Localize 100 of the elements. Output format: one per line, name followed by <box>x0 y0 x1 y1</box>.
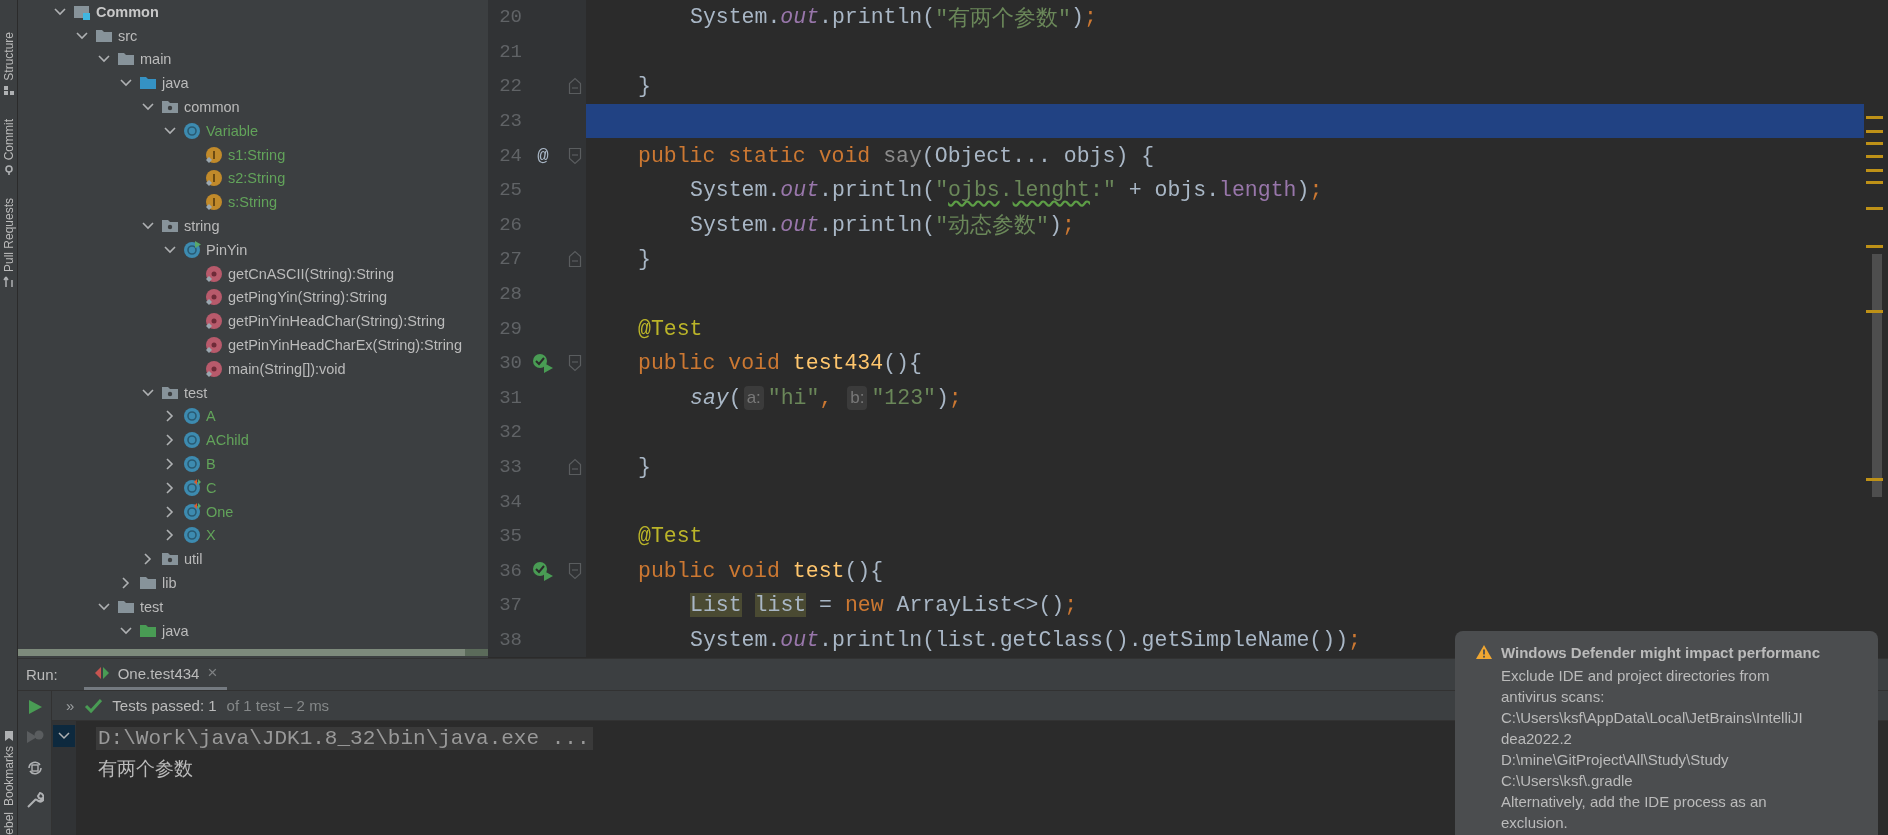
tree-item[interactable]: s:String <box>228 194 278 211</box>
tree-item[interactable]: C <box>206 479 217 496</box>
code-line: System.out.println("ojbs.lenght:" + objs.length); <box>689 177 1323 205</box>
code-line: } <box>637 246 651 274</box>
warning-marker[interactable] <box>1866 155 1883 158</box>
code-line: public void test434(){ <box>637 350 922 378</box>
tree-item[interactable]: AChild <box>206 432 249 449</box>
chevron-icon <box>58 732 70 740</box>
tree-item[interactable]: A <box>206 408 216 425</box>
tree-item[interactable]: java <box>162 75 189 92</box>
test-config-icon <box>93 666 110 680</box>
notification-text: C:\Users\ksf\.gradle <box>1501 771 1634 791</box>
code-line: } <box>637 73 651 101</box>
test-status: Tests passed: 1 <box>112 697 217 714</box>
warning-marker[interactable] <box>1866 116 1883 119</box>
code-line: System.out.println(list.getClass().getSimpleName()); <box>689 627 1361 654</box>
tool-window-tab[interactable]: Structure <box>0 32 17 81</box>
field-icon <box>205 193 223 212</box>
notification-text: Alternatively, add the IDE process as an <box>1501 792 1768 812</box>
tree-item[interactable]: main(String[]):void <box>228 360 346 377</box>
code-line: System.out.println("动态参数"); <box>689 211 1075 241</box>
code-line: public static void say(Object... objs) { <box>637 142 1155 170</box>
tree-item[interactable]: string <box>184 218 220 235</box>
tree-item[interactable]: X <box>206 527 216 544</box>
run-icon[interactable] <box>26 699 43 715</box>
tree-item[interactable]: test <box>184 384 208 401</box>
tree-item[interactable]: PinYin <box>206 241 248 258</box>
field-icon <box>205 169 223 188</box>
method-icon <box>205 359 223 378</box>
check-icon <box>84 697 103 714</box>
notification-text: exclusion. <box>1501 813 1569 833</box>
run-test-icon[interactable] <box>531 352 555 375</box>
panel-title: Run: <box>26 666 58 683</box>
notification-title: Windows Defender might impact performanc <box>1501 643 1821 661</box>
code-line: say( a: "hi", b: "123"); <box>689 384 962 412</box>
wrench-icon[interactable] <box>25 791 44 809</box>
class-icon <box>183 431 201 450</box>
tree-item[interactable]: common <box>184 99 240 116</box>
run-tab[interactable]: One.test434 × <box>83 659 228 690</box>
tool-window-tab[interactable]: Commit <box>0 118 17 161</box>
notification-text: dea2022.2 <box>1501 729 1573 749</box>
class-icon <box>183 121 201 140</box>
override-marker[interactable]: @ <box>537 144 549 167</box>
warning-marker[interactable] <box>1866 207 1883 210</box>
method-icon <box>205 264 223 283</box>
warning-marker[interactable] <box>1866 169 1883 172</box>
warning-marker[interactable] <box>1866 130 1883 133</box>
scrollbar[interactable] <box>1872 254 1882 497</box>
class-icon <box>183 407 201 426</box>
warning-icon <box>1475 644 1493 660</box>
code-line: @Test <box>637 315 703 343</box>
tree-item[interactable]: getPingYin(String):String <box>228 289 388 306</box>
field-icon <box>205 145 223 164</box>
structure-icon <box>2 84 15 97</box>
warning-marker[interactable] <box>1866 245 1883 248</box>
tool-window-tab[interactable]: ebel <box>0 812 17 835</box>
tree-item[interactable]: getPinYinHeadChar(String):String <box>228 313 446 330</box>
tree-item[interactable]: test <box>140 598 164 615</box>
commit-icon <box>2 164 15 177</box>
class-icon <box>183 502 201 521</box>
test-details: of 1 test – 2 ms <box>226 697 330 714</box>
tree-item[interactable]: Variable <box>206 122 259 139</box>
class-icon <box>183 240 201 259</box>
tree-item[interactable]: lib <box>162 575 177 591</box>
code-line: List list = new ArrayList<>(); <box>689 592 1078 620</box>
tree-item[interactable]: src <box>118 27 138 44</box>
notification-text: D:\mine\GitProject\All\Study\Study <box>1501 750 1730 770</box>
code-line: } <box>637 454 651 481</box>
collapse-button[interactable] <box>53 725 75 747</box>
bookmark-icon <box>2 730 15 743</box>
scrollbar[interactable] <box>18 649 488 656</box>
warning-marker[interactable] <box>1866 310 1883 313</box>
class-icon <box>183 526 201 545</box>
tool-window-tab[interactable]: Pull Requests <box>0 198 17 273</box>
expand-toolbar-button[interactable]: » <box>66 697 75 714</box>
code-line: public void test(){ <box>637 557 884 585</box>
notification-text: antivirus scans: <box>1501 687 1606 707</box>
run-test-icon[interactable] <box>531 559 555 582</box>
tree-item[interactable]: s2:String <box>228 170 286 187</box>
warning-marker[interactable] <box>1866 142 1883 145</box>
method-icon <box>205 288 223 307</box>
warning-marker[interactable] <box>1866 478 1883 481</box>
tool-window-tab[interactable]: Bookmarks <box>0 746 17 807</box>
tree-item[interactable]: B <box>206 456 216 473</box>
tree-item[interactable]: java <box>162 622 189 639</box>
tree-item[interactable]: getCnASCII(String):String <box>228 265 394 282</box>
tree-item[interactable]: s1:String <box>228 146 286 163</box>
tree-item[interactable]: util <box>184 551 203 568</box>
class-icon <box>183 478 201 497</box>
method-icon <box>205 312 223 331</box>
notification-text: Exclude IDE and project directories from <box>1501 666 1771 686</box>
toggle-icon[interactable] <box>25 759 44 777</box>
tree-item[interactable]: main <box>140 51 172 68</box>
code-line: @Test <box>637 523 703 551</box>
tree-item[interactable]: One <box>206 503 234 520</box>
tree-item[interactable]: Common <box>96 3 159 20</box>
warning-marker[interactable] <box>1866 181 1883 184</box>
console-line: 有两个参数 <box>97 756 193 781</box>
pull-request-icon <box>2 276 15 289</box>
tree-item[interactable]: getPinYinHeadCharEx(String):String <box>228 337 462 354</box>
